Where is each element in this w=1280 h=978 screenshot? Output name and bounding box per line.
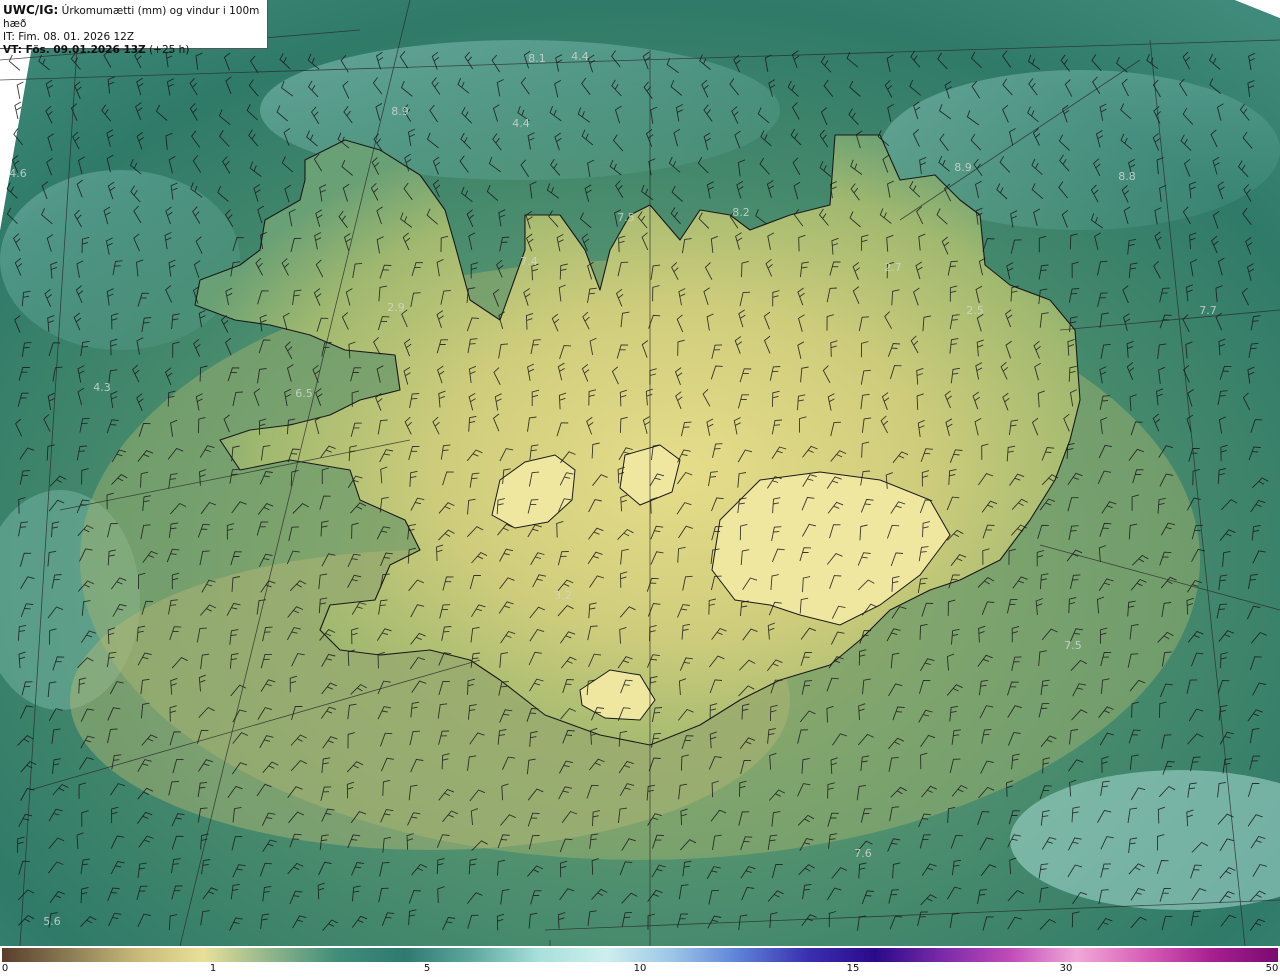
precip-value-label: 7.5 <box>617 211 635 224</box>
colorbar: 0 1 5 10 15 30 50 <box>0 946 1280 978</box>
initial-time: IT: Fim. 08. 01. 2026 12Z <box>3 31 135 43</box>
precip-band <box>0 170 240 350</box>
colorbar-tick-label: 5 <box>423 963 431 974</box>
model-name: UWC/IG: <box>3 3 59 17</box>
valid-time: VT: Fös. 09.01.2026 13Z <box>3 44 146 56</box>
precip-value-label: 8.9 <box>954 161 972 174</box>
colorbar-scale <box>2 948 1278 962</box>
precip-value-label: 2.9 <box>387 301 405 314</box>
precip-value-label: 5.6 <box>43 915 61 928</box>
precip-value-label: 4.6 <box>9 167 27 180</box>
precip-value-label: 8.9 <box>391 105 409 118</box>
colorbar-tick-label: 0 <box>1 963 9 974</box>
precip-value-label: 7.5 <box>1064 639 1082 652</box>
colorbar-tick-label: 1 <box>209 963 217 974</box>
precip-value-label: 8.2 <box>732 206 750 219</box>
precip-value-label: 2.5 <box>966 304 984 317</box>
precip-value-label: 8.8 <box>1118 170 1136 183</box>
precip-value-label: 8.1 <box>528 52 546 65</box>
colorbar-tick-label: 30 <box>1059 963 1073 974</box>
precip-value-label: 2.7 <box>884 261 902 274</box>
forecast-figure: 8.1 4.4 8.9 4.4 4.6 7.5 8.2 7.4 2.9 2.7 2.5 7.7 4.3 6… <box>0 0 1280 978</box>
precipitation-wind-map: 8.1 4.4 8.9 4.4 4.6 7.5 8.2 7.4 2.9 2.7 2.5 7.7 4.3 6… <box>0 0 1280 946</box>
map-header: UWC/IG: Úrkomumætti (mm) og vindur i 100… <box>0 0 268 56</box>
precip-value-label: 4.4 <box>512 117 530 130</box>
precip-value-label: 6.5 <box>295 387 313 400</box>
precip-value-label: 7.7 <box>1199 304 1217 317</box>
precip-value-label: 7.4 <box>520 255 538 268</box>
colorbar-tick-label: 50 <box>1265 963 1279 974</box>
precip-value-label: 3.2 <box>554 589 572 602</box>
colorbar-tick-label: 15 <box>846 963 860 974</box>
colorbar-tick-label: 10 <box>633 963 647 974</box>
precip-value-label: 4.4 <box>571 50 589 63</box>
precip-value-label: 4.3 <box>93 381 111 394</box>
lead-time: (+25 h) <box>145 44 190 56</box>
precip-value-label: 7.6 <box>854 847 872 860</box>
